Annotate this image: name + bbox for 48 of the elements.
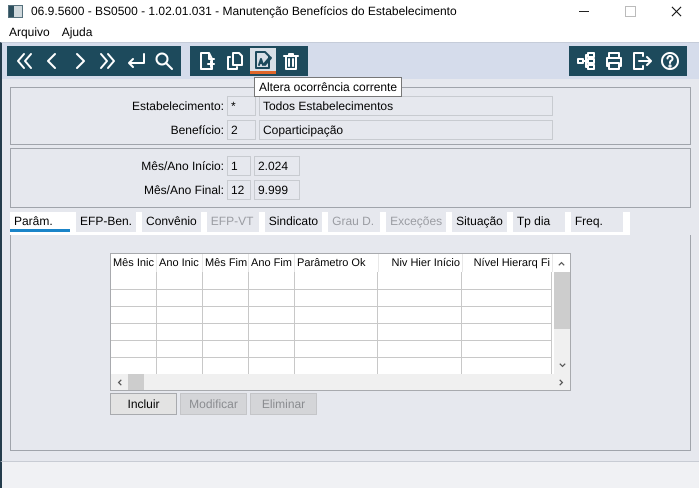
field-label: Mês/Ano Final: <box>142 183 224 197</box>
code-field[interactable]: 12 <box>227 180 251 200</box>
tab[interactable]: Sindicato <box>264 212 322 232</box>
description-field[interactable]: Todos Estabelecimentos <box>259 96 553 116</box>
menu-item[interactable]: Arquivo <box>3 25 56 39</box>
help-icon <box>659 50 681 72</box>
tooltip: Altera ocorrência corrente <box>254 77 402 97</box>
edit-document-icon <box>252 48 274 70</box>
horizontal-scrollbar[interactable] <box>111 374 570 390</box>
column-header[interactable]: Parâmetro Ok <box>295 254 379 272</box>
app-icon <box>8 4 23 18</box>
window-title: 06.9.5600 - BS0500 - 1.02.01.031 - Manutenção Benefícios do Estabelecimento <box>31 4 458 18</box>
tab[interactable]: Tp dia <box>512 212 565 232</box>
scroll-left-icon[interactable] <box>115 378 124 386</box>
code-field[interactable]: 2 <box>227 120 256 140</box>
description-field[interactable]: 9.999 <box>254 180 300 200</box>
printer-icon <box>603 50 625 72</box>
column-header[interactable]: Nível Hierarq Fi <box>463 254 553 272</box>
field-label: Benefício: <box>170 123 224 137</box>
tree-structure-icon <box>575 50 597 72</box>
toolbar-button[interactable] <box>250 48 276 74</box>
tab[interactable]: Freq. <box>570 212 623 232</box>
scrollbar-thumb[interactable] <box>554 272 570 329</box>
scroll-right-icon[interactable] <box>557 378 566 386</box>
close-icon <box>670 6 682 16</box>
scrollbar-thumb[interactable] <box>128 374 144 390</box>
tab[interactable]: Convênio <box>142 212 201 232</box>
vertical-scrollbar[interactable] <box>554 272 570 374</box>
description-field[interactable]: 2.024 <box>254 156 300 176</box>
trash-icon <box>280 50 302 72</box>
column-header[interactable]: Mês Inic <box>111 254 157 272</box>
tab[interactable]: EFP-Ben. <box>76 212 136 232</box>
code-field[interactable]: 1 <box>227 156 251 176</box>
tab[interactable]: Situação <box>452 212 507 232</box>
description-field[interactable]: Coparticipação <box>259 120 553 140</box>
menu-item[interactable]: Ajuda <box>56 25 98 39</box>
column-header[interactable]: Ano Inic <box>157 254 203 272</box>
column-header[interactable]: Niv Hier Início <box>379 254 463 272</box>
column-header[interactable]: Mês Fim <box>203 254 249 272</box>
field-label: Mês/Ano Início: <box>140 159 224 173</box>
code-field[interactable]: * <box>227 96 256 116</box>
copy-documents-icon <box>224 50 246 72</box>
search-icon <box>153 50 175 72</box>
column-header[interactable]: Ano Fim <box>249 254 295 272</box>
scroll-down-icon[interactable] <box>558 361 566 370</box>
field-label: Estabelecimento: <box>130 99 224 113</box>
action-button[interactable]: Incluir <box>110 393 177 415</box>
exit-arrow-icon <box>631 50 653 72</box>
